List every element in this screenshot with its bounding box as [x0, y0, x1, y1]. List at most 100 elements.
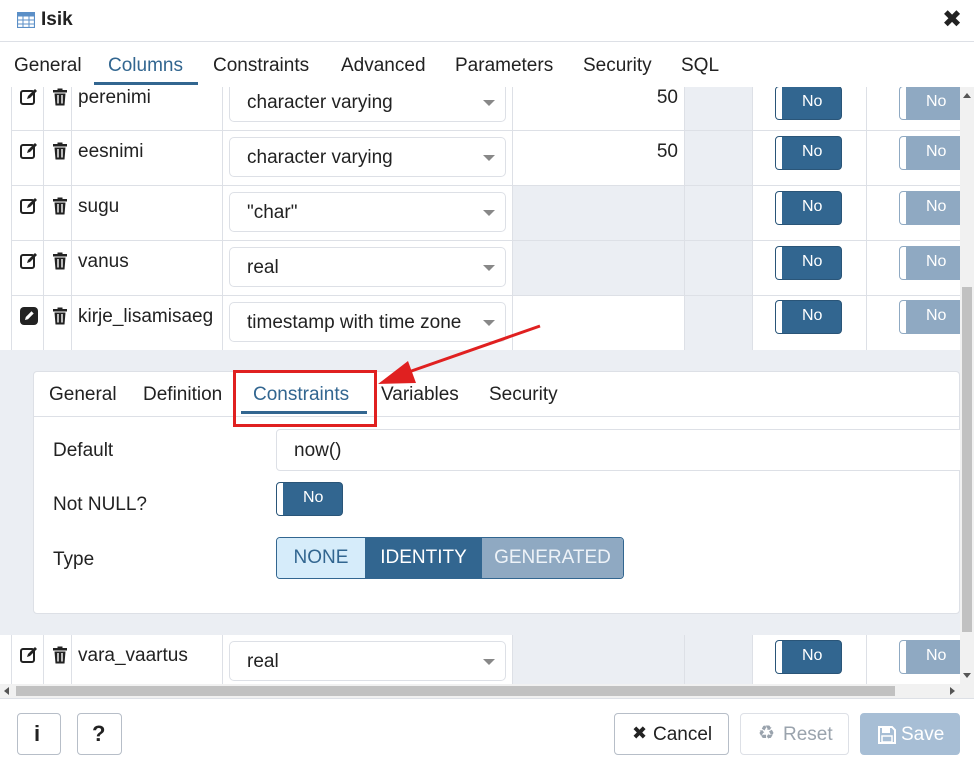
column-name-cell[interactable]: eesnimi	[72, 131, 223, 186]
not-null-toggle[interactable]: No	[775, 246, 842, 280]
trash-icon[interactable]	[50, 645, 70, 665]
info-button[interactable]: i	[17, 713, 61, 755]
column-name-cell[interactable]: sugu	[72, 186, 223, 241]
default-value-text: now()	[294, 440, 342, 461]
edit-cell	[11, 635, 44, 684]
length-cell[interactable]: 50	[513, 131, 685, 186]
close-icon: ✖	[632, 723, 648, 743]
trash-icon[interactable]	[50, 141, 70, 161]
close-icon[interactable]: ✖	[942, 8, 962, 32]
toggle-label: No	[926, 143, 947, 160]
subtab-variables[interactable]: Variables	[381, 384, 459, 406]
data-type-value: real	[247, 257, 279, 278]
column-name-cell[interactable]: perenimi	[72, 87, 223, 131]
vertical-scroll-thumb[interactable]	[962, 287, 972, 632]
toggle-label: No	[926, 93, 947, 110]
not-null-toggle[interactable]: No	[276, 482, 343, 516]
type-segmented-control: NONE IDENTITY GENERATED	[276, 537, 624, 579]
not-null-cell: No	[753, 241, 867, 296]
tab-general[interactable]: General	[14, 55, 82, 77]
precision-cell	[685, 186, 753, 241]
tab-advanced[interactable]: Advanced	[341, 55, 426, 77]
data-type-select[interactable]: real	[229, 247, 506, 287]
tab-constraints[interactable]: Constraints	[213, 55, 309, 77]
length-cell[interactable]: 50	[513, 87, 685, 131]
not-null-toggle[interactable]: No	[775, 191, 842, 225]
tab-sql[interactable]: SQL	[681, 55, 719, 77]
edit-icon[interactable]	[19, 251, 39, 271]
reset-button[interactable]: ♻ Reset	[740, 713, 849, 755]
scroll-down-icon[interactable]	[963, 673, 971, 678]
chevron-down-icon	[483, 210, 495, 216]
primary-key-toggle[interactable]: No	[899, 640, 960, 674]
edit-active-icon[interactable]	[19, 306, 39, 326]
data-type-cell: character varying	[223, 131, 513, 186]
not-null-toggle[interactable]: No	[775, 640, 842, 674]
edit-icon[interactable]	[19, 196, 39, 216]
not-null-cell: No	[753, 186, 867, 241]
data-type-cell: timestamp with time zone	[223, 296, 513, 350]
horizontal-scrollbar[interactable]	[0, 684, 974, 698]
column-name-cell[interactable]: kirje_lisamisaeg	[72, 296, 223, 350]
not-null-toggle[interactable]: No	[775, 300, 842, 334]
scroll-right-icon[interactable]	[950, 687, 955, 695]
trash-icon[interactable]	[50, 306, 70, 326]
tab-columns[interactable]: Columns	[108, 55, 183, 77]
edit-icon[interactable]	[19, 645, 39, 665]
subtab-general[interactable]: General	[49, 384, 117, 406]
trash-icon[interactable]	[50, 196, 70, 216]
table-row-editing: kirje_lisamisaeg timestamp with time zon…	[0, 296, 960, 350]
table-icon	[17, 12, 35, 28]
primary-key-toggle[interactable]: No	[899, 246, 960, 280]
subtab-definition[interactable]: Definition	[143, 384, 222, 406]
data-type-cell: "char"	[223, 186, 513, 241]
horizontal-scroll-thumb[interactable]	[16, 686, 895, 696]
reset-label: Reset	[783, 724, 833, 745]
dialog-titlebar: Isik ✖	[0, 0, 974, 42]
scroll-left-icon[interactable]	[4, 687, 9, 695]
not-null-toggle[interactable]: No	[775, 136, 842, 170]
chevron-down-icon	[483, 659, 495, 665]
data-type-value: character varying	[247, 147, 393, 168]
not-null-toggle[interactable]: No	[775, 87, 842, 120]
subtab-constraints[interactable]: Constraints	[253, 384, 349, 406]
primary-key-toggle[interactable]: No	[899, 136, 960, 170]
length-cell	[513, 635, 685, 684]
default-value-input[interactable]: now()	[276, 429, 960, 471]
length-cell[interactable]	[513, 296, 685, 350]
trash-icon[interactable]	[50, 251, 70, 271]
primary-key-toggle[interactable]: No	[899, 300, 960, 334]
vertical-scrollbar[interactable]	[960, 87, 974, 684]
data-type-select[interactable]: character varying	[229, 137, 506, 177]
edit-icon[interactable]	[19, 141, 39, 161]
scroll-up-icon[interactable]	[963, 93, 971, 98]
data-type-select[interactable]: real	[229, 641, 506, 681]
tab-security[interactable]: Security	[583, 55, 652, 77]
trash-icon[interactable]	[50, 87, 70, 107]
data-type-select[interactable]: "char"	[229, 192, 506, 232]
data-type-select[interactable]: timestamp with time zone	[229, 302, 506, 342]
column-name-cell[interactable]: vara_vaartus	[72, 635, 223, 684]
type-option-generated[interactable]: GENERATED	[482, 538, 623, 578]
type-option-identity[interactable]: IDENTITY	[365, 538, 482, 578]
type-option-none[interactable]: NONE	[277, 538, 365, 578]
data-type-value: character varying	[247, 92, 393, 113]
save-button[interactable]: Save	[860, 713, 960, 755]
tab-parameters[interactable]: Parameters	[455, 55, 553, 77]
data-type-select[interactable]: character varying	[229, 87, 506, 122]
help-button[interactable]: ?	[77, 713, 122, 755]
subtab-security[interactable]: Security	[489, 384, 558, 406]
chevron-down-icon	[483, 100, 495, 106]
toggle-label: No	[802, 253, 823, 270]
primary-key-cell: No	[867, 241, 960, 296]
edit-cell	[11, 131, 44, 186]
column-name-cell[interactable]: vanus	[72, 241, 223, 296]
primary-key-toggle[interactable]: No	[899, 87, 960, 120]
primary-key-cell: No	[867, 296, 960, 350]
cancel-button[interactable]: ✖ Cancel	[614, 713, 729, 755]
primary-key-toggle[interactable]: No	[899, 191, 960, 225]
table-row: perenimi character varying 50 No No	[0, 87, 960, 131]
length-value: 50	[656, 141, 678, 162]
data-type-cell: real	[223, 241, 513, 296]
edit-icon[interactable]	[19, 87, 39, 107]
